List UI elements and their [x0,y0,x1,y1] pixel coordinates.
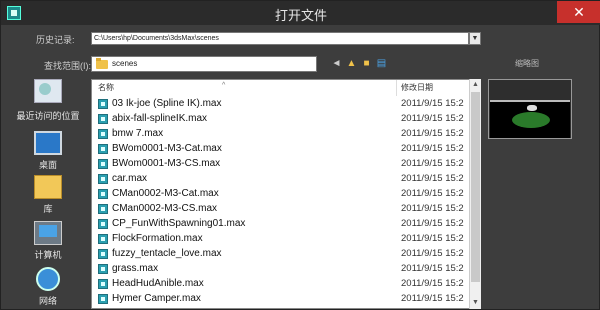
max-file-icon [98,144,108,154]
file-name: BWom0001-M3-Cat.max [112,143,222,154]
sort-arrow-icon: ^ [222,82,226,89]
recent-places-icon [34,79,62,103]
column-date-label: 修改日期 [401,83,433,92]
file-date: 2011/9/15 15:2 [401,188,464,199]
file-date: 2011/9/15 15:2 [401,143,464,154]
file-name: Hymer Camper.max [112,293,201,304]
file-date: 2011/9/15 15:2 [401,218,464,229]
column-name-label: 名称 [98,83,114,92]
column-header-name[interactable]: 名称 ^ [92,80,397,96]
file-date: 2011/9/15 15:2 [401,263,464,274]
computer-icon [34,221,62,245]
file-row[interactable]: Hymer Camper.max 2011/9/15 15:2 [92,292,470,306]
view-menu-icon[interactable]: ▤ [375,57,388,70]
max-file-icon [98,264,108,274]
max-file-icon [98,174,108,184]
max-file-icon [98,159,108,169]
file-date: 2011/9/15 15:2 [401,248,464,259]
place-label: 最近访问的位置 [16,111,80,121]
lookin-combobox[interactable]: scenes ▼ [91,56,404,124]
max-file-icon [98,114,108,124]
file-name: CP_FunWithSpawning01.max [112,218,246,229]
window-title: 打开文件 [274,8,327,23]
file-row[interactable]: FlockFormation.max 2011/9/15 15:2 [92,232,470,246]
scroll-down-icon[interactable]: ▼ [470,297,481,309]
history-combobox[interactable]: C:\Users\hp\Documents\3dsMax\scenes [91,32,469,45]
file-date: 2011/9/15 15:2 [401,293,464,304]
file-date: 2011/9/15 15:2 [401,98,464,109]
library-icon [34,175,62,199]
place-label: 库 [43,204,53,214]
file-name: abix-fall-splineIK.max [112,113,208,124]
place-label: 桌面 [38,160,57,170]
file-date: 2011/9/15 15:2 [401,233,464,244]
thumbnail-viewport [490,100,570,138]
places-bar: 最近访问的位置 桌面 库 计算机 网络 [7,75,89,310]
file-name: FlockFormation.max [112,233,203,244]
up-folder-icon[interactable]: ▲ [345,57,358,70]
file-row[interactable]: grass.max 2011/9/15 15:2 [92,262,470,276]
thumbnail-preview [488,79,572,139]
file-name: 03 Ik-joe (Spline IK).max [112,98,222,109]
place-label: 网络 [38,296,57,306]
lookin-label: 查找范围(I): [44,61,91,71]
folder-icon [96,58,108,69]
file-row[interactable]: 03 Ik-joe (Spline IK).max 2011/9/15 15:2 [92,97,470,111]
file-list[interactable]: 名称 ^ 修改日期 03 Ik-joe (Spline IK).max 2011/… [91,79,481,309]
max-file-icon [98,129,108,139]
history-dropdown-button[interactable]: ▼ [469,32,481,45]
open-file-dialog: 打开文件 ✕ 历史记录: C:\Users\hp\Documents\3dsMa… [0,0,600,310]
thumbnail-shape [512,112,550,128]
file-row[interactable]: CMan0002-M3-CS.max 2011/9/15 15:2 [92,202,470,216]
thumbnail-highlight [527,105,537,111]
file-name: car.max [112,173,148,184]
close-button[interactable]: ✕ [557,1,600,23]
max-file-icon [98,234,108,244]
file-name: fuzzy_tentacle_love.max [112,248,222,259]
file-date: 2011/9/15 15:2 [401,173,464,184]
file-name: CMan0002-M3-CS.max [112,203,218,214]
file-row[interactable]: BWom0001-M3-CS.max 2011/9/15 15:2 [92,157,470,171]
max-file-icon [98,219,108,229]
file-row[interactable]: bmw 7.max 2011/9/15 15:2 [92,127,470,141]
file-date: 2011/9/15 15:2 [401,278,464,289]
file-row[interactable]: car.max 2011/9/15 15:2 [92,172,470,186]
file-date: 2011/9/15 15:2 [401,128,464,139]
scroll-thumb[interactable] [471,92,480,282]
place-label: 计算机 [34,250,62,260]
file-row[interactable]: CMan0002-M3-Cat.max 2011/9/15 15:2 [92,187,470,201]
column-header-date[interactable]: 修改日期 [397,80,472,96]
title-bar[interactable]: 打开文件 ✕ [1,1,600,25]
max-file-icon [98,189,108,199]
network-icon [36,267,60,291]
file-name: BWom0001-M3-CS.max [112,158,221,169]
file-name: CMan0002-M3-Cat.max [112,188,219,199]
file-date: 2011/9/15 15:2 [401,113,464,124]
max-file-icon [98,99,108,109]
file-row[interactable]: HeadHudAnible.max 2011/9/15 15:2 [92,277,470,291]
desktop-icon [34,131,62,155]
back-icon[interactable]: ◄ [330,57,343,70]
thumbnail-label: 缩略图 [515,59,539,68]
vertical-scrollbar[interactable]: ▲ ▼ [469,79,481,309]
max-file-icon [98,204,108,214]
file-name: grass.max [112,263,159,274]
max-file-icon [98,249,108,259]
lookin-value: scenes [112,59,138,68]
max-file-icon [98,294,108,304]
new-folder-icon[interactable]: ■ [360,57,373,70]
scroll-up-icon[interactable]: ▲ [470,79,481,91]
file-row[interactable]: BWom0001-M3-Cat.max 2011/9/15 15:2 [92,142,470,156]
file-name: HeadHudAnible.max [112,278,204,289]
file-row[interactable]: abix-fall-splineIK.max 2011/9/15 15:2 [92,112,470,126]
file-row[interactable]: fuzzy_tentacle_love.max 2011/9/15 15:2 [92,247,470,261]
file-row[interactable]: CP_FunWithSpawning01.max 2011/9/15 15:2 [92,217,470,231]
file-name: bmw 7.max [112,128,164,139]
file-date: 2011/9/15 15:2 [401,158,464,169]
file-date: 2011/9/15 15:2 [401,203,464,214]
max-file-icon [98,279,108,289]
history-label: 历史记录: [36,35,75,45]
